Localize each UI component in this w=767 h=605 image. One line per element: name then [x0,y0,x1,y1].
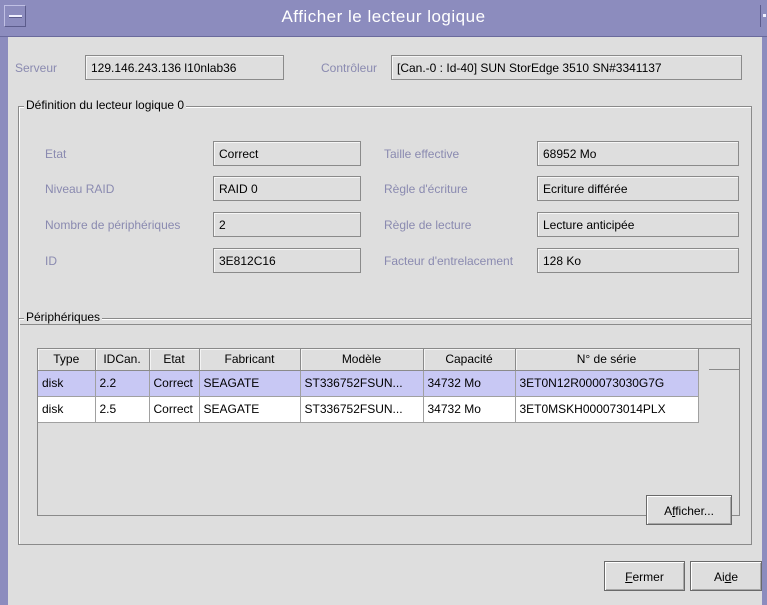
raid-level-label: Niveau RAID [45,182,115,196]
column-header-serial[interactable]: N° de série [515,349,699,371]
read-policy-label: Règle de lecture [384,218,472,232]
close-button[interactable]: Fermer [604,561,685,591]
read-policy-field: Lecture anticipée [537,212,739,237]
window-title: Afficher le lecteur logique [281,7,486,26]
help-button-text-start: Ai [713,570,725,584]
id-field: 3E812C16 [213,248,361,273]
table-cell: ST336752FSUN... [300,396,424,423]
server-field: 129.146.243.136 l10nlab36 [85,55,284,80]
show-button-text-start: A [664,504,673,518]
table-cell: 3ET0N12R000073030G7G [515,370,699,397]
devices-grid: Type IDCan. Etat Fabricant Modèle Capaci… [38,349,699,423]
write-policy-label: Règle d'écriture [384,182,468,196]
effective-size-field: 68952 Mo [537,141,739,166]
help-button-text-end: e [731,570,739,584]
definition-group-title: Définition du lecteur logique 0 [24,98,187,112]
column-header-state[interactable]: Etat [149,349,200,371]
controller-label: Contrôleur [321,61,378,75]
column-header-model[interactable]: Modèle [300,349,424,371]
title-bar[interactable]: Afficher le lecteur logique [0,0,767,37]
column-header-type[interactable]: Type [38,349,96,371]
window-frame-right [762,37,767,605]
devices-group-title: Périphériques [24,310,103,324]
column-header-channel-id[interactable]: IDCan. [95,349,150,371]
server-label: Serveur [15,61,58,75]
table-cell: Correct [149,370,200,397]
table-cell: 2.2 [95,370,150,397]
device-count-label: Nombre de périphériques [45,218,181,232]
table-cell: 34732 Mo [423,370,516,397]
table-cell: SEAGATE [199,396,301,423]
table-cell: disk [38,370,96,397]
table-cell: 2.5 [95,396,150,423]
stripe-size-field: 128 Ko [537,248,739,273]
close-button-text-end: ermer [632,570,664,584]
help-button[interactable]: Aide [690,561,762,591]
write-policy-field: Ecriture différée [537,176,739,201]
window-maximize-icon[interactable] [760,5,767,27]
controller-field: [Can.-0 : Id-40] SUN StorEdge 3510 SN#33… [391,55,742,80]
stripe-size-label: Facteur d'entrelacement [384,254,514,268]
device-count-field: 2 [213,212,361,237]
dialog-window: Afficher le lecteur logique Serveur 129.… [0,0,767,605]
table-cell: disk [38,396,96,423]
devices-header-row: Type IDCan. Etat Fabricant Modèle Capaci… [38,349,699,371]
table-row[interactable]: disk 2.2 Correct SEAGATE ST336752FSUN...… [38,370,699,397]
table-row[interactable]: disk 2.5 Correct SEAGATE ST336752FSUN...… [38,396,699,423]
effective-size-label: Taille effective [384,147,460,161]
table-cell: 3ET0MSKH000073014PLX [515,396,699,423]
devices-table[interactable]: Type IDCan. Etat Fabricant Modèle Capaci… [37,348,740,516]
table-cell: SEAGATE [199,370,301,397]
table-cell: ST336752FSUN... [300,370,424,397]
column-header-manufacturer[interactable]: Fabricant [199,349,301,371]
table-cell: Correct [149,396,200,423]
state-field: Correct [213,141,361,166]
show-device-button[interactable]: Afficher... [646,495,732,525]
table-cell: 34732 Mo [423,396,516,423]
id-label: ID [45,254,57,268]
close-button-mnemonic: F [625,570,633,584]
state-label: Etat [45,147,67,161]
raid-level-field: RAID 0 [213,176,361,201]
show-button-text-end: ficher... [675,504,714,518]
column-header-capacity[interactable]: Capacité [423,349,516,371]
table-header-filler [709,349,739,370]
dialog-content: Serveur 129.146.243.136 l10nlab36 Contrô… [8,37,762,605]
window-frame-left [0,37,8,605]
